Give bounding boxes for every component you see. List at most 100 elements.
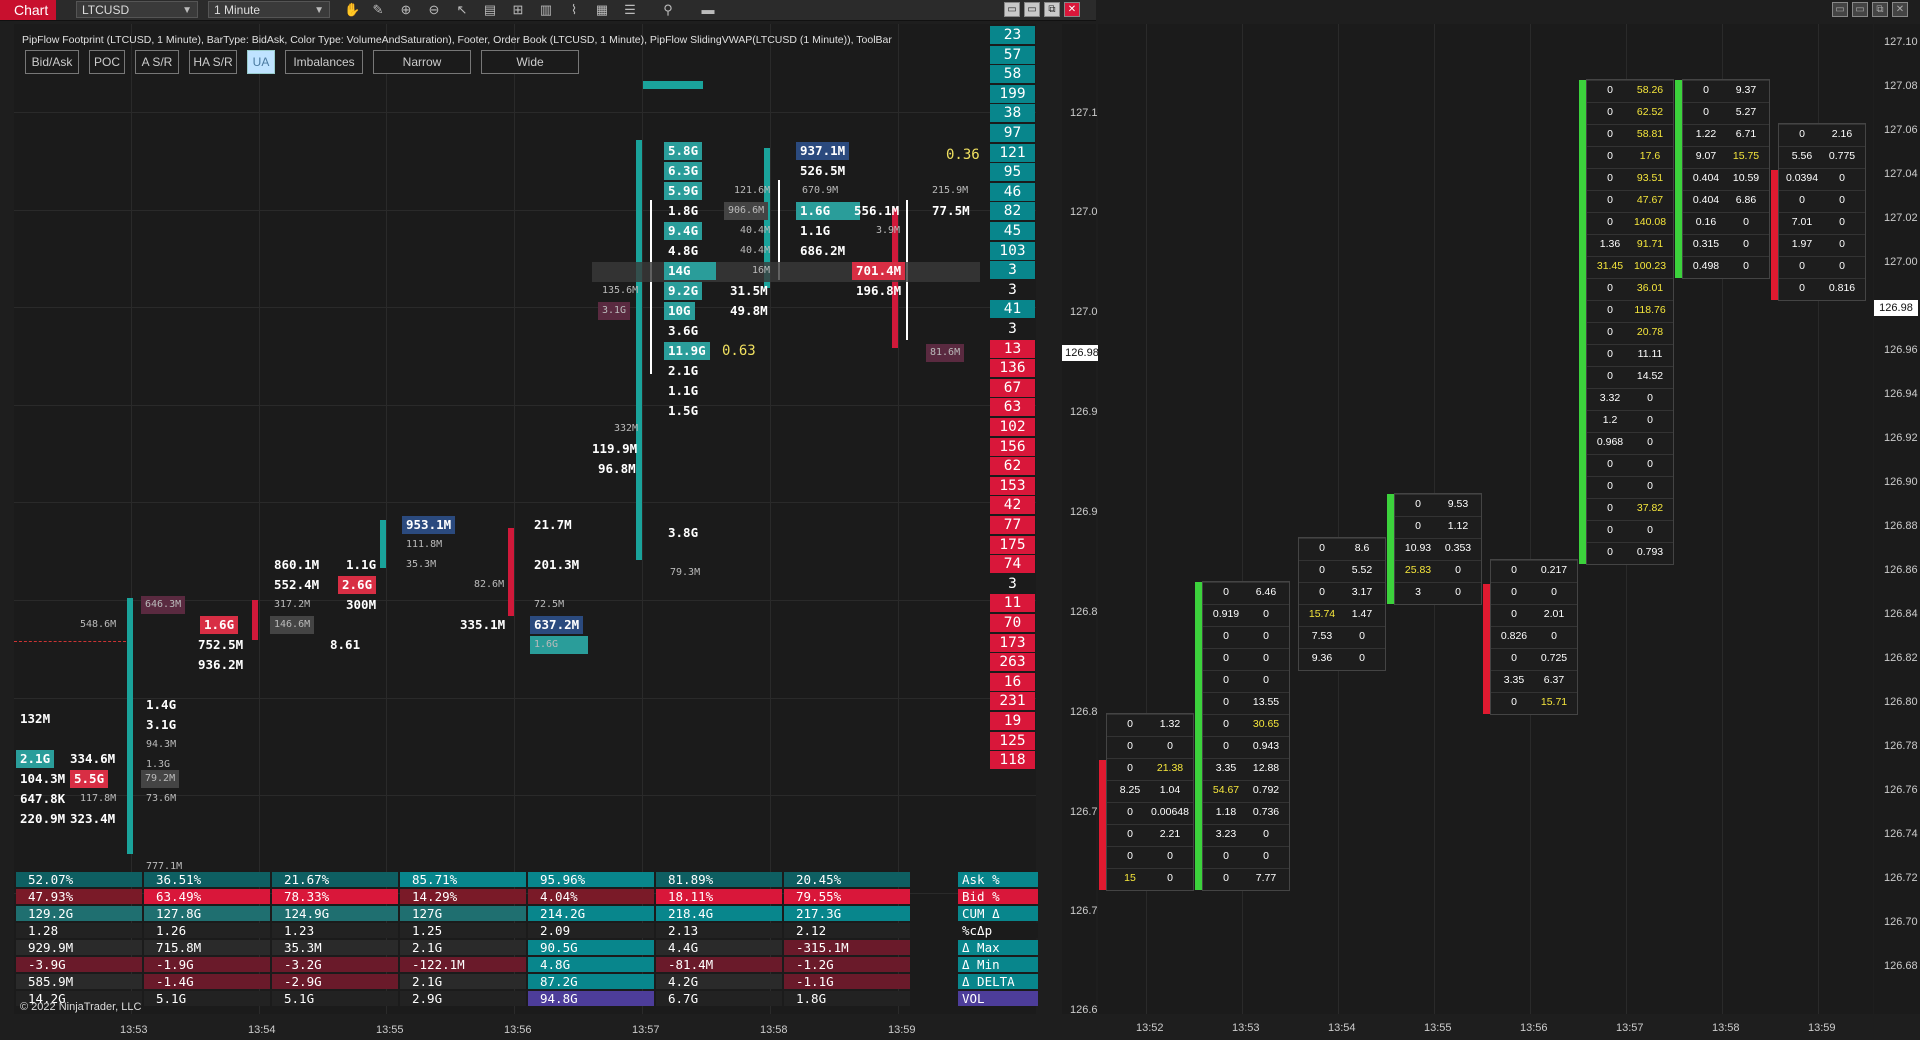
- link-icon[interactable]: ⚲: [660, 2, 676, 18]
- order-book-level: 153: [990, 476, 1035, 495]
- bid-volume: 0: [1607, 194, 1613, 206]
- toolbar-wide-button[interactable]: Wide: [481, 50, 579, 74]
- properties-icon[interactable]: ▦: [594, 2, 610, 18]
- maximize-button[interactable]: ⧉: [1044, 2, 1060, 17]
- right-price-label: 127.08: [1884, 80, 1918, 92]
- price-axis[interactable]: [1062, 24, 1096, 1014]
- toolbar-bid-ask-button[interactable]: Bid/Ask: [25, 50, 79, 74]
- bid-volume: 1.22: [1695, 128, 1717, 140]
- right-minimize-button[interactable]: ▭: [1832, 2, 1848, 17]
- ask-volume: 0: [1455, 586, 1461, 598]
- right-maximize-button[interactable]: ⧉: [1872, 2, 1888, 17]
- toolbar-imbalances-button[interactable]: Imbalances: [285, 50, 363, 74]
- volume-row: 31.45 100.23: [1587, 256, 1673, 279]
- footer-cell: 94.8G: [528, 991, 654, 1006]
- bid-volume: 0: [1607, 304, 1613, 316]
- minimize-button[interactable]: ▭: [1004, 2, 1020, 17]
- hand-tool-icon[interactable]: ✋: [344, 2, 360, 18]
- close-button[interactable]: ✕: [1064, 2, 1080, 17]
- volume-row: 9.07 15.75: [1683, 146, 1769, 169]
- toolbar-poc-button[interactable]: POC: [89, 50, 125, 74]
- volume-row: 1.2 0: [1587, 410, 1673, 433]
- footer-row-label: Ask %: [958, 872, 1038, 887]
- footprint-cell: 135.6M: [602, 285, 639, 296]
- right-close-button[interactable]: ✕: [1892, 2, 1908, 17]
- bid-volume: 0: [1607, 128, 1613, 140]
- volume-row: 9.36 0: [1299, 648, 1385, 671]
- ask-volume: 0: [1167, 872, 1173, 884]
- ask-volume: 0: [1839, 194, 1845, 206]
- bid-volume: 0: [1223, 718, 1229, 730]
- volume-row: 3.32 0: [1587, 388, 1673, 411]
- order-book-level: 46: [990, 182, 1035, 201]
- bid-volume: 0: [1607, 502, 1613, 514]
- interval-selector[interactable]: 1 Minute ▼: [208, 1, 330, 18]
- order-book-level: 38: [990, 104, 1035, 123]
- volume-row: 00: [1779, 256, 1865, 279]
- volume-box: 0 8.6 0 5.52 0 3.17 15.74 1.47 7.53 0 9.36 0: [1298, 537, 1386, 671]
- footprint-cell: 552.4M: [274, 577, 320, 592]
- list-icon[interactable]: ☰: [622, 2, 638, 18]
- footer-cell: 14.29%: [400, 889, 526, 904]
- ask-volume: 15.75: [1732, 150, 1760, 162]
- footprint-cell: 21.7M: [534, 517, 572, 532]
- footprint-cell: 215.9M: [932, 185, 969, 196]
- toolbar-as-r-button[interactable]: A S/R: [135, 50, 179, 74]
- zoom-out-icon[interactable]: ⊖: [426, 2, 442, 18]
- ask-volume: 0.792: [1252, 784, 1280, 796]
- data-box-icon[interactable]: ▤: [482, 2, 498, 18]
- volume-row: 0 36.01: [1587, 278, 1673, 301]
- footer-cell: 2.09: [528, 923, 654, 938]
- bid-volume: 0: [1607, 84, 1613, 96]
- instrument-selector[interactable]: LTCUSD ▼: [76, 1, 198, 18]
- menu-icon[interactable]: ▬: [700, 2, 716, 18]
- chart-tab[interactable]: Chart: [0, 0, 56, 20]
- zoom-in-icon[interactable]: ⊕: [398, 2, 414, 18]
- footprint-cell: 49.8M: [730, 303, 768, 318]
- ask-volume: 2.21: [1159, 828, 1181, 840]
- volume-row: 0 2.16: [1779, 124, 1865, 147]
- toolbar-ua-button[interactable]: UA: [247, 50, 275, 74]
- order-book-level: 63: [990, 398, 1035, 417]
- volume-row: 00: [1779, 190, 1865, 213]
- footer-cell: 4.8G: [528, 957, 654, 972]
- footer-cell: 81.89%: [656, 872, 782, 887]
- ask-volume: 0: [1263, 630, 1269, 642]
- pointer-icon[interactable]: ↖: [454, 2, 470, 18]
- pencil-icon[interactable]: ✎: [370, 2, 386, 18]
- volume-row: 00: [1587, 454, 1673, 477]
- footprint-cell: 323.4M: [70, 811, 116, 826]
- bid-volume: 3.32: [1599, 392, 1621, 404]
- strategies-icon[interactable]: ⌇: [566, 2, 582, 18]
- toolbar-has-r-button[interactable]: HA S/R: [189, 50, 237, 74]
- bid-volume: 0: [1319, 564, 1325, 576]
- footprint-cell: 121.6M: [734, 185, 771, 196]
- footer-cell: 2.1G: [400, 940, 526, 955]
- ask-volume: 0.217: [1540, 564, 1568, 576]
- indicators-icon[interactable]: ▥: [538, 2, 554, 18]
- bid-volume: 7.53: [1311, 630, 1333, 642]
- right-restore-button[interactable]: ▭: [1852, 2, 1868, 17]
- right-price-axis[interactable]: 127.10 127.08 127.06 127.04 127.02 127.00 126.…: [1874, 24, 1920, 1014]
- volume-row: 0 1.32: [1107, 714, 1193, 737]
- toolbar-narrow-button[interactable]: Narrow: [373, 50, 471, 74]
- bar-type-icon[interactable]: ⊞: [510, 2, 526, 18]
- footer-cell: 5.1G: [272, 991, 398, 1006]
- ask-volume: 17.6: [1639, 150, 1661, 162]
- ask-volume: 0: [1167, 740, 1173, 752]
- footer-row-label: Δ Min: [958, 957, 1038, 972]
- volume-row: 0 58.26: [1587, 80, 1673, 103]
- bid-volume: 0: [1127, 828, 1133, 840]
- volume-row: 0.919 0: [1203, 604, 1289, 627]
- volume-row: 0 37.82: [1587, 498, 1673, 521]
- bid-volume: 0: [1415, 498, 1421, 510]
- ask-volume: 58.81: [1636, 128, 1664, 140]
- bid-volume: 0: [1223, 630, 1229, 642]
- direction-stripe: [1579, 80, 1586, 564]
- bid-volume: 9.36: [1311, 652, 1333, 664]
- right-price-label: 126.94: [1884, 388, 1918, 400]
- footprint-cell: 937.1M: [796, 142, 850, 160]
- footer-cell: 585.9M: [16, 974, 142, 989]
- restore-button[interactable]: ▭: [1024, 2, 1040, 17]
- volume-row: 0.16 0: [1683, 212, 1769, 235]
